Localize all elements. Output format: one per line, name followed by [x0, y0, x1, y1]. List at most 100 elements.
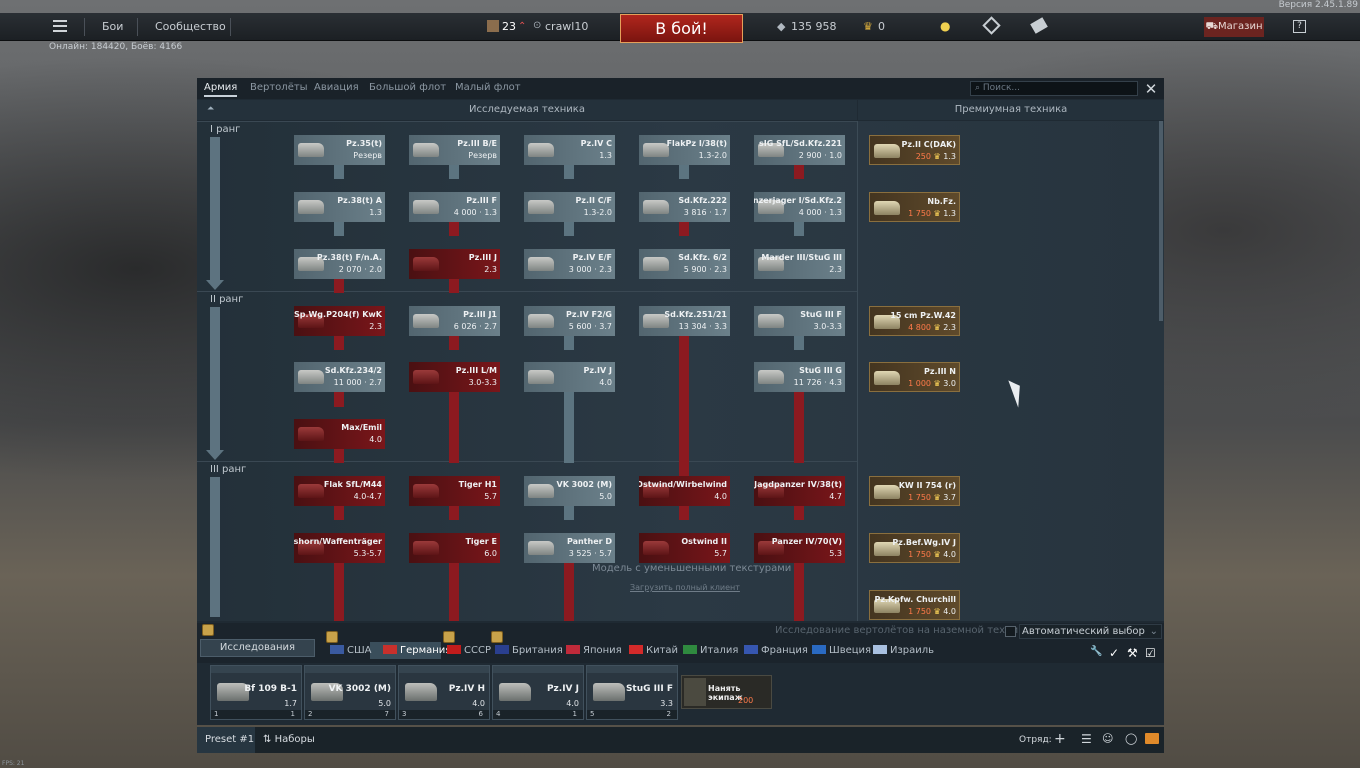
vehicle-card[interactable]: Pz.38(t) F/n.A. 2 070 · 2.0	[294, 249, 385, 279]
close-button[interactable]: ✕	[1142, 80, 1160, 98]
vehicle-card[interactable]: Sd.Kfz.222 3 816 · 1.7	[639, 192, 730, 222]
premium-vehicle-card[interactable]: Pz.III N 1 000 ♛ 3.0	[869, 362, 960, 392]
auto-select-dropdown[interactable]: Автоматический выбор ⌄	[1019, 624, 1162, 639]
vehicle-name: Jagdpanzer IV/38(t)	[754, 480, 842, 489]
mail-icon[interactable]	[1145, 733, 1159, 744]
crew-slot[interactable]: Pz.IV J 4.0 4 1	[492, 665, 584, 720]
tab-helicopters[interactable]: Вертолёты	[250, 82, 308, 93]
wrench-icon[interactable]: 🔧	[1090, 646, 1104, 660]
nation-tab-usa[interactable]: США	[330, 645, 372, 656]
to-battle-button[interactable]: В бой!	[620, 14, 743, 43]
flag-france-icon	[744, 645, 758, 654]
online-counter: Онлайн: 184420, Боёв: 4166	[49, 42, 183, 52]
repair-all-icon[interactable]: ⚒	[1127, 646, 1141, 660]
nation-tab-ussr[interactable]: СССР	[447, 645, 491, 656]
search-input[interactable]: ⌕ Поиск...	[970, 81, 1138, 96]
rank-label[interactable]: I ранг	[210, 124, 240, 135]
rank-label[interactable]: III ранг	[210, 464, 246, 475]
download-full-client-link[interactable]: Загрузить полный клиент	[630, 583, 740, 592]
vehicle-card[interactable]: Nashorn/Waffenträger 5.3-5.7	[294, 533, 385, 563]
vehicle-card[interactable]: Sd.Kfz.234/2 11 000 · 2.7	[294, 362, 385, 392]
vehicle-card[interactable]: Tiger E 6.0	[409, 533, 500, 563]
vehicle-card[interactable]: Sd.Kfz.251/21 13 304 · 3.3	[639, 306, 730, 336]
premium-header-label: Премиумная техника	[954, 104, 1068, 115]
premium-vehicle-card[interactable]: Pz.Kpfw. Churchill 1 750 ♛ 4.0	[869, 590, 960, 620]
tab-army[interactable]: Армия	[204, 82, 238, 97]
add-squad-icon[interactable]: +	[1054, 731, 1066, 747]
vehicle-card[interactable]: Marder III/StuG III 2.3	[754, 249, 845, 279]
vehicle-card[interactable]: Pz.III F 4 000 · 1.3	[409, 192, 500, 222]
vehicle-card[interactable]: Pz.II C/F 1.3-2.0	[524, 192, 615, 222]
vehicle-card[interactable]: Panzerjager I/Sd.Kfz.2 4 000 · 1.3	[754, 192, 845, 222]
vehicle-card[interactable]: Pz.35(t) Резерв	[294, 135, 385, 165]
tank-icon	[298, 427, 324, 441]
tab-aviation[interactable]: Авиация	[314, 82, 359, 93]
shop-button[interactable]: ⛟Магазин	[1204, 17, 1264, 37]
vehicle-card[interactable]: Pz.IV C 1.3	[524, 135, 615, 165]
nation-tab-germany[interactable]: Германия	[383, 645, 451, 656]
heli-research-checkbox[interactable]	[1005, 626, 1016, 637]
nation-tab-japan[interactable]: Япония	[566, 645, 622, 656]
vehicle-card[interactable]: VK 3002 (M) 5.0	[524, 476, 615, 506]
premium-vehicle-card[interactable]: Pz.II C(DAK) 250 ♛ 1.3	[869, 135, 960, 165]
vehicle-name: Tiger H1	[458, 480, 497, 489]
avatar[interactable]	[487, 20, 499, 32]
tab-coastal-fleet[interactable]: Малый флот	[455, 82, 521, 93]
scrollbar[interactable]	[1159, 121, 1163, 321]
vehicle-card[interactable]: Jagdpanzer IV/38(t) 4.7	[754, 476, 845, 506]
premium-vehicle-card[interactable]: 15 cm Pz.W.42 4 800 ♛ 2.3	[869, 306, 960, 336]
vehicle-card[interactable]: sIG SfL/Sd.Kfz.221 2 900 · 1.0	[754, 135, 845, 165]
vehicle-card[interactable]: Tiger H1 5.7	[409, 476, 500, 506]
sets-button[interactable]: ⇅ Наборы	[263, 734, 315, 745]
premium-vehicle-card[interactable]: Nb.Fz. 1 750 ♛ 1.3	[869, 192, 960, 222]
vehicle-card[interactable]: Panther D 3 525 · 5.7	[524, 533, 615, 563]
vehicle-card[interactable]: Pz.III J 2.3	[409, 249, 500, 279]
lightbulb-icon[interactable]: ●	[940, 19, 950, 33]
vehicle-card[interactable]: Flak SfL/M44 4.0-4.7	[294, 476, 385, 506]
vehicle-card[interactable]: Pz.III B/E Резерв	[409, 135, 500, 165]
vehicle-card[interactable]: Ostwind/Wirbelwind 4.0	[639, 476, 730, 506]
research-button[interactable]: Исследования	[200, 639, 315, 657]
nation-tab-israel[interactable]: Израиль	[873, 645, 934, 656]
nation-tab-sweden[interactable]: Швеция	[812, 645, 871, 656]
check-icon[interactable]: ✓	[1109, 646, 1123, 660]
vehicle-card[interactable]: StuG III G 11 726 · 4.3	[754, 362, 845, 392]
tab-bluewater-fleet[interactable]: Большой флот	[369, 82, 446, 93]
nation-tab-france[interactable]: Франция	[744, 645, 808, 656]
friends-icon[interactable]: ☺	[1102, 732, 1113, 745]
vehicle-card[interactable]: FlakPz I/38(t) 1.3-2.0	[639, 135, 730, 165]
vehicle-card[interactable]: Pz.38(t) A 1.3	[294, 192, 385, 222]
nation-tab-italy[interactable]: Италия	[683, 645, 738, 656]
vehicle-card[interactable]: Pz.IV F2/G 5 600 · 3.7	[524, 306, 615, 336]
crew-slot[interactable]: VK 3002 (M) 5.0 2 7	[304, 665, 396, 720]
hire-crew-slot[interactable]: Нанять экипаж 200	[681, 675, 772, 709]
community-link[interactable]: Сообщество	[155, 20, 226, 33]
help-button[interactable]: ?	[1293, 20, 1306, 33]
collapse-all-icon[interactable]: ⏶	[207, 104, 214, 114]
nickname[interactable]: crawl10	[545, 20, 588, 33]
chat-icon[interactable]: ◯	[1125, 732, 1137, 745]
rank-label[interactable]: II ранг	[210, 294, 243, 305]
vehicle-card[interactable]: Pz.III L/M 3.0-3.3	[409, 362, 500, 392]
premium-vehicle-card[interactable]: KW II 754 (r) 1 750 ♛ 3.7	[869, 476, 960, 506]
premium-vehicle-card[interactable]: Pz.Bef.Wg.IV J 1 750 ♛ 4.0	[869, 533, 960, 563]
crew-slot[interactable]: Pz.IV H 4.0 3 6	[398, 665, 490, 720]
vehicle-card[interactable]: Ostwind II 5.7	[639, 533, 730, 563]
check-all-icon[interactable]: ☑	[1145, 646, 1159, 660]
vehicle-card[interactable]: Pz.IV J 4.0	[524, 362, 615, 392]
vehicle-card[interactable]: Pz.Sp.Wg.P204(f) KwK 2.3	[294, 306, 385, 336]
vehicle-card[interactable]: Pz.IV E/F 3 000 · 2.3	[524, 249, 615, 279]
vehicle-card[interactable]: Sd.Kfz. 6/2 5 900 · 2.3	[639, 249, 730, 279]
vehicle-card[interactable]: StuG III F 3.0-3.3	[754, 306, 845, 336]
crew-slot[interactable]: StuG III F 3.3 5 2	[586, 665, 678, 720]
nation-tab-britain[interactable]: Британия	[495, 645, 563, 656]
menu-icon[interactable]	[53, 20, 67, 32]
battles-link[interactable]: Бои	[102, 20, 123, 33]
preset-label[interactable]: Preset #1	[205, 734, 254, 745]
list-icon[interactable]: ☰	[1081, 732, 1092, 746]
vehicle-card[interactable]: Max/Emil 4.0	[294, 419, 385, 449]
vehicle-card[interactable]: Panzer IV/70(V) 5.3	[754, 533, 845, 563]
crew-slot[interactable]: Bf 109 B-1 1.7 1 1	[210, 665, 302, 720]
nation-tab-china[interactable]: Китай	[629, 645, 678, 656]
vehicle-card[interactable]: Pz.III J1 6 026 · 2.7	[409, 306, 500, 336]
